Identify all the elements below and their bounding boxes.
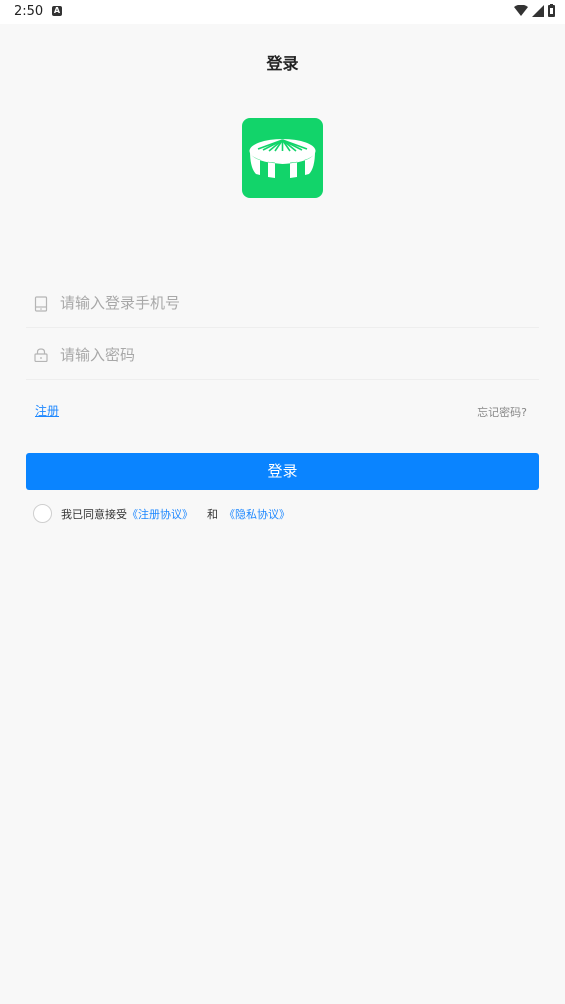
privacy-agreement-link[interactable]: 《隐私协议》 (224, 506, 290, 522)
a-badge-icon: A (52, 6, 62, 16)
agreement-checkbox[interactable] (33, 504, 52, 523)
status-icons (514, 4, 555, 17)
canopy-tent-icon (249, 139, 316, 178)
phone-icon (34, 296, 48, 312)
login-button[interactable]: 登录 (26, 453, 539, 490)
app-logo (242, 118, 323, 198)
forgot-password-link[interactable]: 忘记密码? (477, 404, 527, 420)
register-agreement-link[interactable]: 《注册协议》 (127, 506, 193, 522)
wifi-icon (514, 4, 528, 16)
phone-input[interactable] (60, 288, 520, 318)
agreement-row: 我已同意接受 《注册协议》 和 《隐私协议》 (33, 504, 290, 523)
phone-field (26, 278, 539, 328)
page-title: 登录 (266, 54, 299, 73)
password-field (26, 330, 539, 380)
signal-icon (532, 4, 544, 17)
agreement-prefix: 我已同意接受 (61, 507, 127, 521)
register-link[interactable]: 注册 (35, 402, 59, 419)
lock-icon (34, 348, 48, 362)
password-input[interactable] (60, 340, 520, 370)
status-time: 2:50 (14, 4, 44, 19)
agreement-and: 和 (207, 507, 218, 521)
battery-icon (548, 4, 555, 17)
status-bar: 2:50 A (0, 0, 565, 24)
